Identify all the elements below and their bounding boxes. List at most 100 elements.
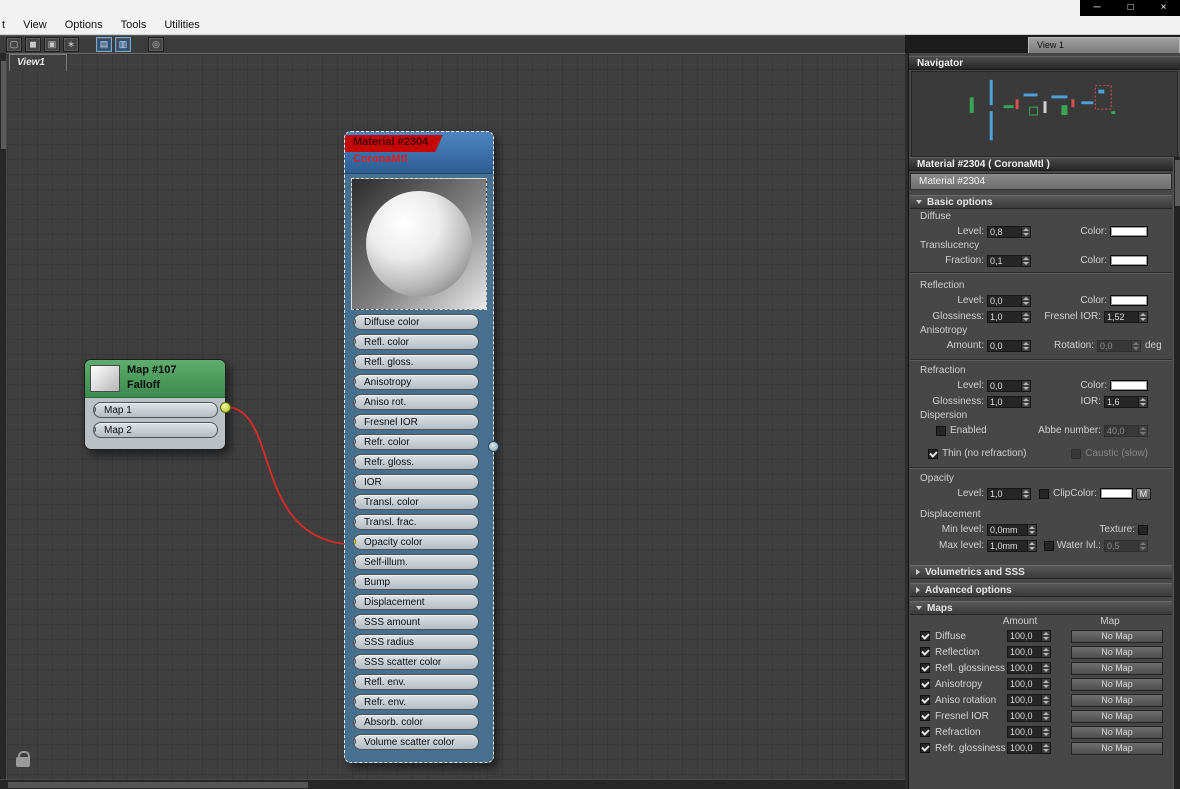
- thin-refraction-checkbox[interactable]: [928, 449, 938, 459]
- refraction-glossiness-spinner[interactable]: 1,0: [987, 396, 1031, 408]
- clip-checkbox[interactable]: [1039, 489, 1049, 499]
- node-graph-canvas[interactable]: View1 Map #107 Falloff Map 1 Map 2: [7, 53, 905, 779]
- map-slot-button[interactable]: No Map: [1071, 710, 1163, 723]
- node-falloff-map[interactable]: Map #107 Falloff Map 1 Map 2: [84, 359, 226, 450]
- map-enable-checkbox[interactable]: [920, 679, 930, 689]
- input-socket[interactable]: [353, 537, 356, 546]
- max-level-spinner[interactable]: 1,0mm: [987, 540, 1037, 552]
- input-socket[interactable]: [93, 405, 96, 414]
- anisotropy-amount-spinner[interactable]: 0,0: [987, 340, 1031, 352]
- material-slot[interactable]: Diffuse color: [353, 314, 479, 330]
- input-socket[interactable]: [353, 617, 356, 626]
- map-amount-spinner[interactable]: 100,0: [1007, 742, 1051, 754]
- menu-item-view[interactable]: View: [14, 16, 56, 34]
- map-slot-button[interactable]: No Map: [1071, 742, 1163, 755]
- falloff-output-socket[interactable]: [220, 402, 231, 413]
- abbe-number-spinner[interactable]: 40,0: [1104, 425, 1148, 437]
- input-socket[interactable]: [353, 317, 356, 326]
- zoom-region-icon[interactable]: ◎: [148, 37, 164, 52]
- material-slot[interactable]: Bump: [353, 574, 479, 590]
- reflection-level-spinner[interactable]: 0,0: [987, 295, 1031, 307]
- material-name-field[interactable]: Material #2304: [910, 173, 1172, 190]
- input-socket[interactable]: [353, 717, 356, 726]
- falloff-node-header[interactable]: Map #107 Falloff: [85, 360, 225, 398]
- map-slot-button[interactable]: No Map: [1071, 678, 1163, 691]
- diffuse-level-spinner[interactable]: 0,8: [987, 226, 1031, 238]
- canvas-vertical-scrollbar[interactable]: [0, 53, 7, 779]
- input-socket[interactable]: [353, 457, 356, 466]
- material-slot[interactable]: Transl. color: [353, 494, 479, 510]
- input-socket[interactable]: [353, 397, 356, 406]
- input-socket[interactable]: [353, 377, 356, 386]
- input-socket[interactable]: [353, 557, 356, 566]
- material-slot[interactable]: Transl. frac.: [353, 514, 479, 530]
- input-socket[interactable]: [353, 657, 356, 666]
- material-slot[interactable]: IOR: [353, 474, 479, 490]
- diffuse-color-swatch[interactable]: [1110, 226, 1148, 237]
- material-slot[interactable]: Opacity color: [353, 534, 479, 550]
- falloff-thumbnail[interactable]: [90, 365, 120, 392]
- falloff-slot[interactable]: Map 2: [93, 422, 218, 438]
- translucency-color-swatch[interactable]: [1110, 255, 1148, 266]
- material-slot[interactable]: Fresnel IOR: [353, 414, 479, 430]
- map-enable-checkbox[interactable]: [920, 727, 930, 737]
- map-amount-spinner[interactable]: 100,0: [1007, 710, 1051, 722]
- input-socket[interactable]: [353, 737, 356, 746]
- material-slot[interactable]: Refl. gloss.: [353, 354, 479, 370]
- rotation-spinner[interactable]: 0,0: [1097, 340, 1141, 352]
- node-corona-material[interactable]: Material #2304 CoronaMtl Diffuse color R…: [344, 131, 494, 763]
- map-slot-button[interactable]: No Map: [1071, 662, 1163, 675]
- material-slot[interactable]: Volume scatter color: [353, 734, 479, 750]
- material-panel-header[interactable]: Material #2304 ( CoronaMtl ): [909, 157, 1180, 171]
- rollout-basic-options[interactable]: Basic options: [910, 195, 1172, 209]
- input-socket[interactable]: [353, 337, 356, 346]
- input-socket[interactable]: [353, 417, 356, 426]
- menu-item-tools[interactable]: Tools: [112, 16, 156, 34]
- material-slot[interactable]: SSS radius: [353, 634, 479, 650]
- falloff-slot[interactable]: Map 1: [93, 402, 218, 418]
- input-socket[interactable]: [353, 497, 356, 506]
- close-button[interactable]: ×: [1161, 3, 1167, 13]
- translucency-fraction-spinner[interactable]: 0,1: [987, 255, 1031, 267]
- opacity-level-spinner[interactable]: 1,0: [987, 488, 1031, 500]
- input-socket[interactable]: [353, 517, 356, 526]
- canvas-horizontal-scrollbar[interactable]: [0, 779, 905, 789]
- solid-square-icon[interactable]: ◼: [25, 37, 41, 52]
- water-level-spinner[interactable]: 0,5: [1104, 540, 1148, 552]
- rollout-advanced-options[interactable]: Advanced options: [910, 583, 1172, 597]
- material-slot[interactable]: Refr. gloss.: [353, 454, 479, 470]
- padlock-icon[interactable]: [16, 757, 30, 767]
- reflection-color-swatch[interactable]: [1110, 295, 1148, 306]
- map-enable-checkbox[interactable]: [920, 663, 930, 673]
- input-socket[interactable]: [93, 425, 96, 434]
- map-amount-spinner[interactable]: 100,0: [1007, 678, 1051, 690]
- refraction-level-spinner[interactable]: 0,0: [987, 380, 1031, 392]
- input-socket[interactable]: [353, 597, 356, 606]
- min-level-spinner[interactable]: 0,0mm: [987, 524, 1037, 536]
- scrollbar-thumb[interactable]: [1175, 160, 1180, 206]
- menu-item-cropped[interactable]: t: [0, 16, 14, 34]
- rollout-volumetrics[interactable]: Volumetrics and SSS: [910, 565, 1172, 579]
- map-amount-spinner[interactable]: 100,0: [1007, 694, 1051, 706]
- marquee-select-icon[interactable]: ▢: [6, 37, 22, 52]
- material-slot[interactable]: Anisotropy: [353, 374, 479, 390]
- map-slot-button[interactable]: No Map: [1071, 630, 1163, 643]
- map-enable-checkbox[interactable]: [920, 647, 930, 657]
- material-node-header[interactable]: Material #2304 CoronaMtl: [345, 132, 493, 174]
- material-slot[interactable]: Displacement: [353, 594, 479, 610]
- navigator-header[interactable]: Navigator: [909, 56, 1180, 70]
- reflection-glossiness-spinner[interactable]: 1,0: [987, 311, 1031, 323]
- input-socket[interactable]: [353, 577, 356, 586]
- material-slot[interactable]: Refr. env.: [353, 694, 479, 710]
- minimize-button[interactable]: ─: [1094, 3, 1101, 13]
- scrollbar-thumb[interactable]: [8, 782, 308, 788]
- maximize-button[interactable]: □: [1128, 3, 1134, 13]
- tab-view1-panel[interactable]: View 1: [1028, 37, 1180, 53]
- map-slot-button[interactable]: No Map: [1071, 726, 1163, 739]
- material-slot[interactable]: Refl. color: [353, 334, 479, 350]
- map-enable-checkbox[interactable]: [920, 631, 930, 641]
- navigator-minimap[interactable]: [911, 71, 1178, 157]
- material-slot[interactable]: Self-illum.: [353, 554, 479, 570]
- preview-toggle-icon[interactable]: ▣: [44, 37, 60, 52]
- dispersion-enabled-checkbox[interactable]: [936, 426, 946, 436]
